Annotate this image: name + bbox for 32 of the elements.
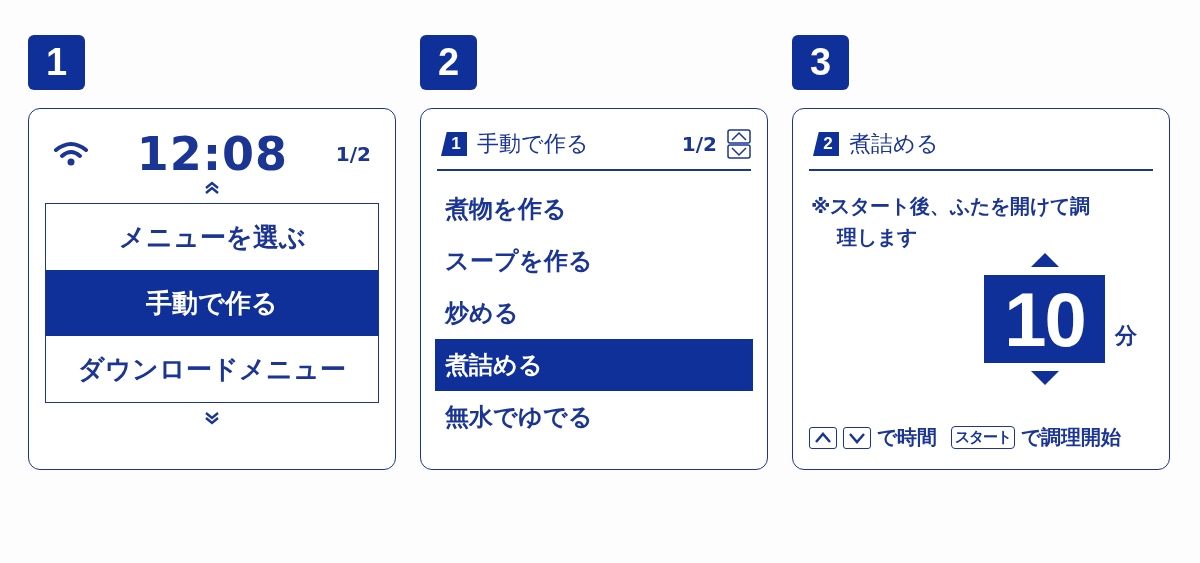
page-indicator: 1/2 xyxy=(335,142,371,166)
menu-item[interactable]: スープを作る xyxy=(435,235,753,287)
page-indicator: 1/2 xyxy=(681,132,717,156)
down-key-icon xyxy=(843,426,871,449)
menu-item[interactable]: 無水でゆでる xyxy=(435,391,753,443)
wifi-icon xyxy=(53,141,89,167)
menu-item[interactable]: 煮詰める xyxy=(435,339,753,391)
time-value: 10 xyxy=(984,275,1105,363)
hint-text: で時間 xyxy=(877,424,937,451)
increase-icon[interactable] xyxy=(1030,253,1059,267)
scroll-down-icon xyxy=(204,411,220,425)
screen-title: 煮詰める xyxy=(849,130,940,158)
step-number: 1 xyxy=(28,35,85,90)
step-number: 2 xyxy=(420,35,477,90)
note-text: ※スタート後、ふたを開けて調理します xyxy=(811,193,1092,251)
scroll-up-icon xyxy=(204,181,220,195)
menu-item[interactable]: ダウンロードメニュー xyxy=(46,336,378,402)
menu-item[interactable]: 煮物を作る xyxy=(435,183,753,235)
menu-item[interactable]: 炒める xyxy=(435,287,753,339)
decrease-icon[interactable] xyxy=(1030,371,1059,385)
index-badge: 1 xyxy=(441,132,467,156)
screen-title: 手動で作る xyxy=(477,130,590,158)
scroll-arrows-icon xyxy=(727,129,751,159)
step-number: 3 xyxy=(792,35,849,90)
menu-item[interactable]: 手動で作る xyxy=(46,270,378,336)
hint-text: で調理開始 xyxy=(1021,424,1121,451)
menu-item[interactable]: メニューを選ぶ xyxy=(46,204,378,270)
start-key-label: スタート xyxy=(951,426,1015,449)
up-key-icon xyxy=(809,426,837,449)
unit-label: 分 xyxy=(1115,322,1137,350)
clock-time: 12:08 xyxy=(136,127,289,181)
index-badge: 2 xyxy=(813,132,839,156)
